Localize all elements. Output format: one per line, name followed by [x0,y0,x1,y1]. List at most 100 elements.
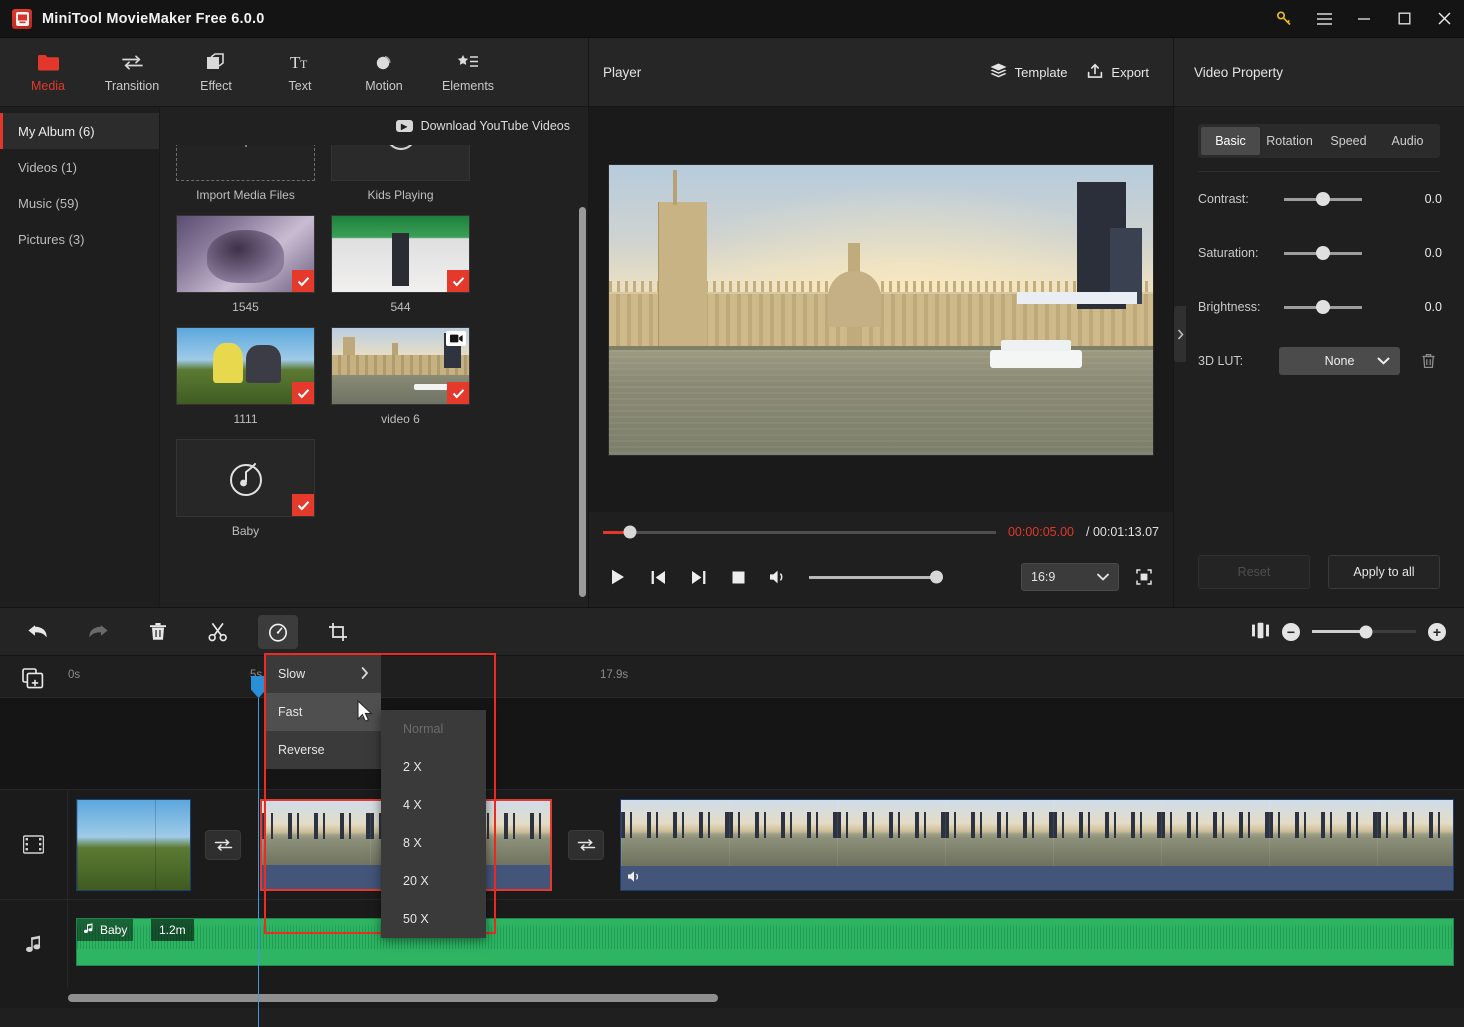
add-media-icon[interactable] [20,666,46,690]
ribbon-item-media[interactable]: Media [6,41,90,103]
key-icon[interactable] [1264,0,1304,38]
collapse-panel-handle[interactable] [1174,306,1186,362]
aspect-ratio-select[interactable]: 16:9 [1021,563,1119,591]
media-item-kids-playing[interactable]: Kids Playing [331,145,470,202]
brightness-slider[interactable] [1280,298,1400,316]
slider-handle[interactable] [1316,192,1330,206]
media-item-544[interactable]: 544 [331,215,470,314]
volume-icon[interactable] [627,870,642,886]
slider-track[interactable] [1284,246,1362,260]
media-thumbnail[interactable] [331,145,470,181]
audio-track[interactable]: Baby 1.2m [0,900,1464,988]
media-thumbnail[interactable] [176,327,315,405]
crop-icon[interactable] [318,615,358,649]
media-item-video-6[interactable]: video 6 [331,327,470,426]
speed-option-50x[interactable]: 50 X [381,900,486,938]
media-nav-music[interactable]: Music (59) [0,185,159,221]
media-nav-pictures[interactable]: Pictures (3) [0,221,159,257]
lut-delete-icon[interactable] [1414,347,1442,375]
slider-track[interactable] [1284,192,1362,206]
video-preview[interactable] [608,163,1154,456]
speed-option-4x[interactable]: 4 X [381,786,486,824]
media-nav-videos[interactable]: Videos (1) [0,149,159,185]
selected-check-icon[interactable] [292,494,314,516]
media-content: ▶ Download YouTube Videos Import Media F… [160,107,588,607]
transition-icon[interactable] [205,830,241,860]
media-thumbnail[interactable] [331,327,470,405]
seek-bar[interactable] [603,525,996,539]
video-track[interactable] [0,790,1464,900]
saturation-slider[interactable] [1280,244,1400,262]
fit-timeline-icon[interactable] [1251,622,1270,642]
ribbon-item-effect[interactable]: Effect [174,41,258,103]
previous-frame-button[interactable] [643,562,673,592]
media-thumbnail[interactable] [176,439,315,517]
media-thumbnail[interactable] [176,215,315,293]
playhead[interactable] [258,698,259,1027]
minimize-button[interactable] [1344,0,1384,38]
speed-icon[interactable] [258,614,298,649]
track-empty[interactable] [0,698,1464,790]
volume-handle[interactable] [930,570,943,584]
speed-option-2x[interactable]: 2 X [381,748,486,786]
speed-menu-item-reverse[interactable]: Reverse [266,731,381,769]
lut-select[interactable]: None [1278,347,1401,375]
template-button[interactable]: Template [980,57,1078,87]
ribbon-item-transition[interactable]: Transition [90,41,174,103]
timeline-horizontal-scrollbar[interactable] [68,994,718,1002]
close-button[interactable] [1424,0,1464,38]
slider-track[interactable] [1284,300,1362,314]
media-item-import[interactable]: Import Media Files [176,145,315,202]
zoom-out-icon[interactable]: − [1282,622,1300,641]
transition-icon[interactable] [568,830,604,860]
tab-basic[interactable]: Basic [1201,127,1260,155]
next-frame-button[interactable] [683,562,713,592]
speed-option-normal[interactable]: Normal [381,710,486,748]
scissors-icon[interactable] [198,615,238,649]
media-nav-my-album[interactable]: My Album (6) [0,113,159,149]
tab-audio[interactable]: Audio [1378,127,1437,155]
delete-icon[interactable] [138,615,178,649]
zoom-handle[interactable] [1359,625,1373,638]
undo-icon[interactable] [18,615,58,649]
contrast-slider[interactable] [1280,190,1400,208]
media-item-1111[interactable]: 1111 [176,327,315,426]
redo-icon[interactable] [78,615,118,649]
selected-check-icon[interactable] [292,382,314,404]
media-item-1545[interactable]: 1545 [176,215,315,314]
stop-button[interactable] [723,562,753,592]
reset-button[interactable]: Reset [1198,555,1310,589]
export-button[interactable]: Export [1077,57,1159,88]
timeline-clip-london[interactable] [620,799,1454,891]
speed-option-8x[interactable]: 8 X [381,824,486,862]
selected-check-icon[interactable] [447,382,469,404]
timeline-ruler[interactable]: 0s 5s 17.9s [0,656,1464,698]
selected-check-icon[interactable] [447,270,469,292]
ribbon-item-motion[interactable]: Motion [342,41,426,103]
apply-to-all-button[interactable]: Apply to all [1328,555,1440,589]
selected-check-icon[interactable] [292,270,314,292]
tab-rotation[interactable]: Rotation [1260,127,1319,155]
media-thumbnail[interactable] [331,215,470,293]
speed-option-20x[interactable]: 20 X [381,862,486,900]
slider-handle[interactable] [1316,246,1330,260]
download-youtube-videos-button[interactable]: ▶ Download YouTube Videos [395,119,570,133]
hamburger-menu-icon[interactable] [1304,0,1344,38]
timeline-clip-couple[interactable] [76,799,191,891]
seek-handle[interactable] [623,525,637,539]
speed-menu-item-slow[interactable]: Slow [266,655,381,693]
fullscreen-button[interactable] [1129,562,1159,592]
media-scrollbar[interactable] [579,207,586,597]
play-button[interactable] [603,562,633,592]
volume-icon[interactable] [763,562,793,592]
volume-slider[interactable] [809,570,943,584]
media-item-baby[interactable]: Baby [176,439,315,538]
slider-handle[interactable] [1316,300,1330,314]
timeline-zoom-slider[interactable] [1312,625,1416,638]
zoom-in-icon[interactable]: + [1428,622,1446,641]
import-media-dropzone[interactable] [176,145,315,181]
ribbon-item-text[interactable]: TT Text [258,41,342,103]
tab-speed[interactable]: Speed [1319,127,1378,155]
maximize-button[interactable] [1384,0,1424,38]
ribbon-item-elements[interactable]: Elements [426,41,510,103]
